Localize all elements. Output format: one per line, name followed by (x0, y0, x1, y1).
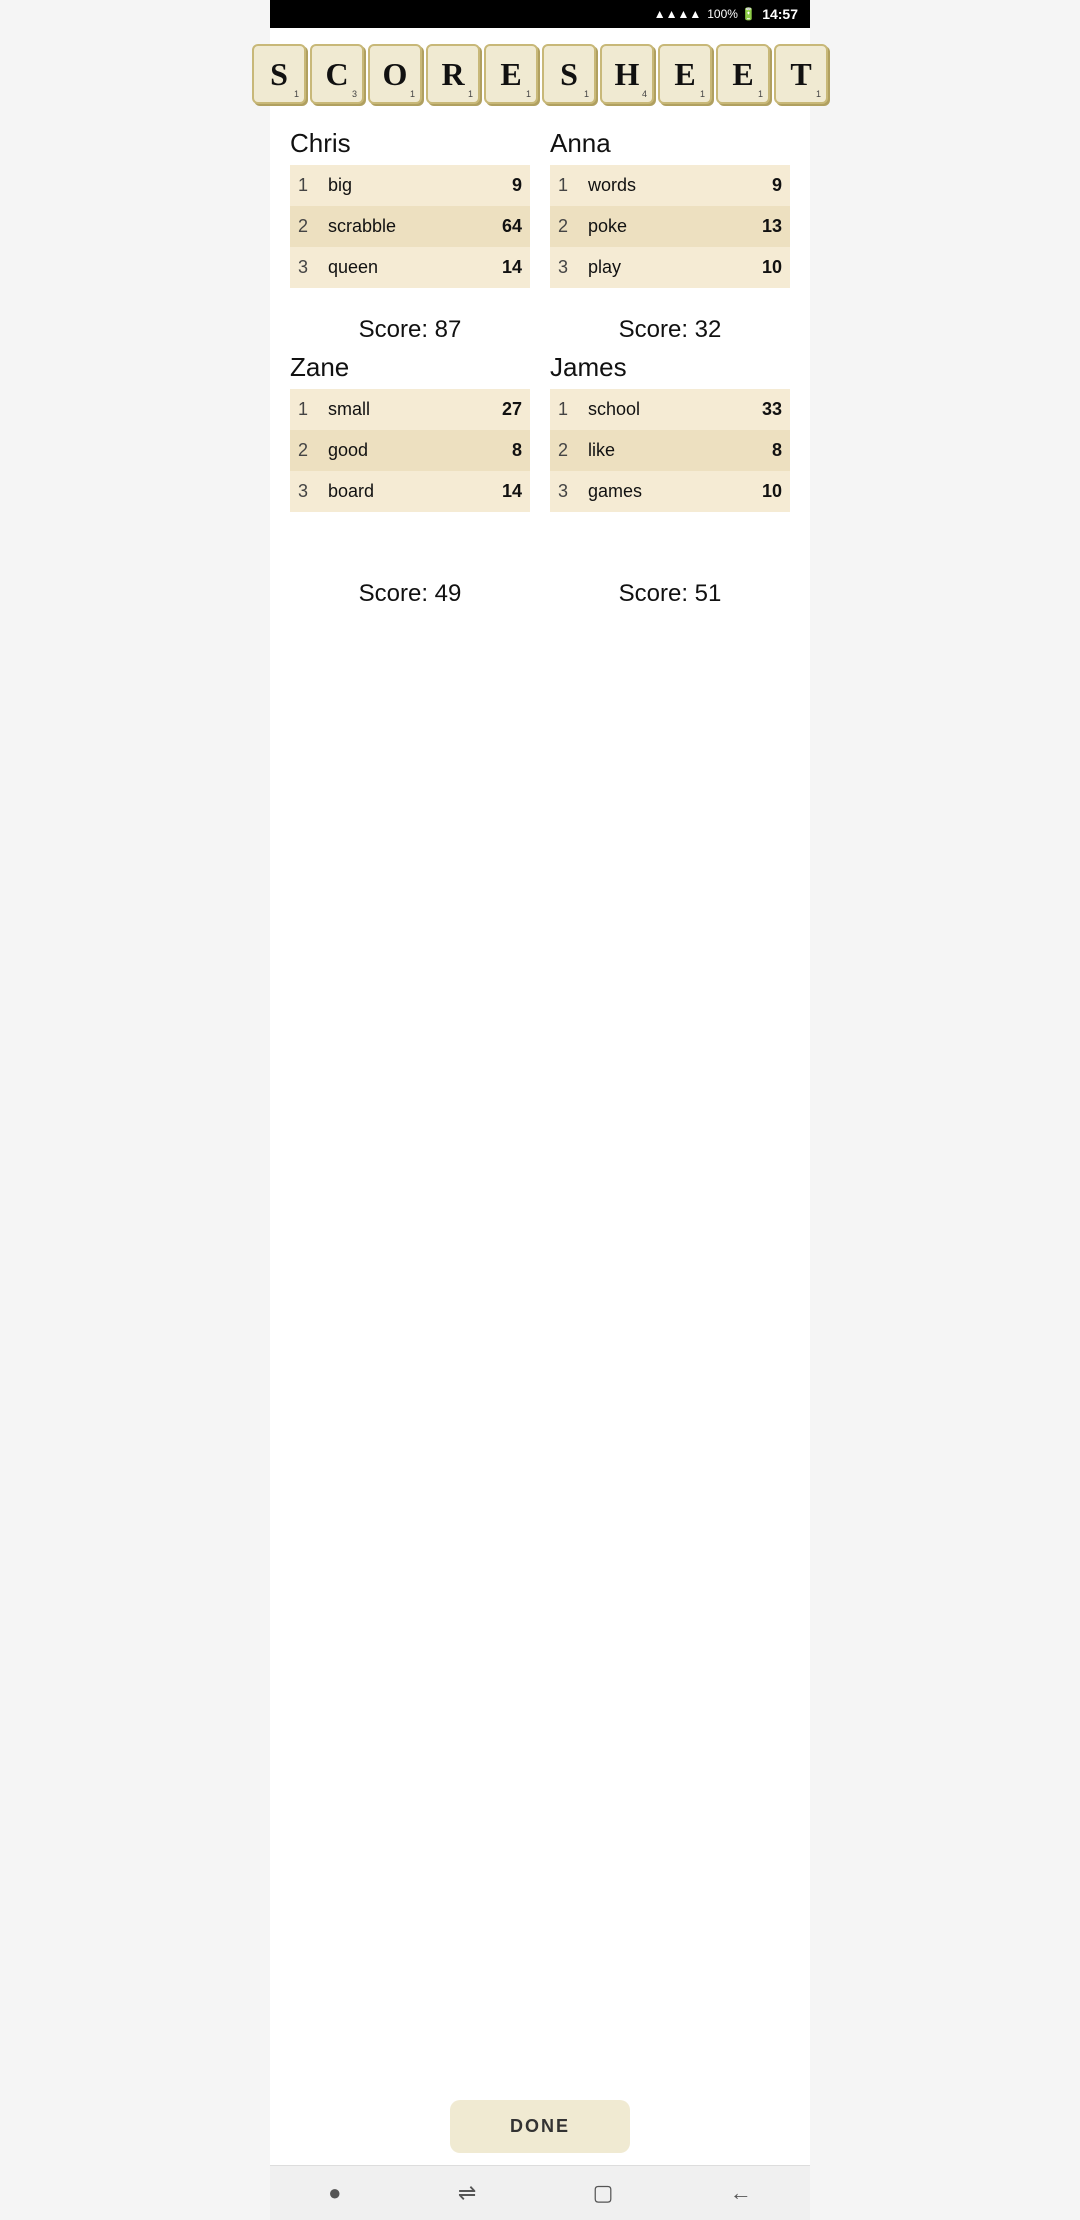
player-chris-table: 1big92scrabble643queen14 (290, 165, 530, 288)
player-zane-name: Zane (290, 352, 530, 383)
row-num: 1 (550, 165, 580, 206)
row-word: poke (580, 206, 714, 247)
row-score: 33 (719, 389, 790, 430)
row-word: board (320, 471, 453, 512)
table-row: 1small27 (290, 389, 530, 430)
table-row: 3games10 (550, 471, 790, 512)
app-title: S1C3O1R1E1S1H4E1E1T1 (252, 44, 828, 104)
status-bar: ▲▲▲▲ 100% 🔋 14:57 (270, 0, 810, 28)
table-row: 1words9 (550, 165, 790, 206)
bottom-bar: DONE (270, 2084, 810, 2165)
player-zane-table: 1small272good83board14 (290, 389, 530, 512)
row-num: 1 (290, 165, 320, 206)
title-tile-s: S1 (542, 44, 596, 104)
title-tile-o: O1 (368, 44, 422, 104)
nav-back-icon[interactable]: ← (730, 2180, 752, 2206)
row-score: 8 (719, 430, 790, 471)
player-anna-name: Anna (550, 128, 790, 159)
title-tile-e: E1 (716, 44, 770, 104)
player-anna-table: 1words92poke133play10 (550, 165, 790, 288)
chris-score: Score: 87 (290, 296, 530, 352)
bottom-scores-row: Score: 49 Score: 51 (290, 560, 790, 616)
title-tile-s: S1 (252, 44, 306, 104)
row-score: 8 (453, 430, 530, 471)
zane-score: Score: 49 (290, 560, 530, 616)
table-row: 1school33 (550, 389, 790, 430)
row-num: 2 (550, 430, 580, 471)
row-num: 2 (290, 430, 320, 471)
player-james-table: 1school332like83games10 (550, 389, 790, 512)
row-word: scrabble (320, 206, 467, 247)
player-chris: Chris 1big92scrabble643queen14 (290, 128, 530, 288)
row-word: like (580, 430, 719, 471)
table-row: 2poke13 (550, 206, 790, 247)
player-anna: Anna 1words92poke133play10 (550, 128, 790, 288)
battery-indicator: 100% 🔋 (707, 7, 756, 21)
nav-lines-icon[interactable]: ⇌ (458, 2180, 476, 2206)
table-row: 2like8 (550, 430, 790, 471)
row-word: play (580, 247, 714, 288)
table-row: 3queen14 (290, 247, 530, 288)
nav-bar: ● ⇌ ▢ ← (270, 2165, 810, 2220)
row-num: 3 (550, 247, 580, 288)
table-row: 2good8 (290, 430, 530, 471)
row-num: 2 (550, 206, 580, 247)
row-num: 3 (290, 471, 320, 512)
row-score: 14 (467, 247, 530, 288)
row-score: 9 (714, 165, 790, 206)
signal-icon: ▲▲▲▲ (654, 7, 702, 21)
nav-dot-icon[interactable]: ● (328, 2180, 341, 2206)
bottom-players-grid: Zane 1small272good83board14 James 1schoo… (290, 352, 790, 520)
top-scores-row: Score: 87 Score: 32 (290, 296, 790, 352)
row-score: 10 (714, 247, 790, 288)
player-chris-name: Chris (290, 128, 530, 159)
table-row: 1big9 (290, 165, 530, 206)
james-score: Score: 51 (550, 560, 790, 616)
title-tile-e: E1 (484, 44, 538, 104)
row-word: big (320, 165, 467, 206)
row-word: small (320, 389, 453, 430)
top-players-grid: Chris 1big92scrabble643queen14 Anna 1wor… (290, 128, 790, 296)
player-james-name: James (550, 352, 790, 383)
table-row: 2scrabble64 (290, 206, 530, 247)
nav-square-icon[interactable]: ▢ (593, 2180, 614, 2206)
row-num: 3 (290, 247, 320, 288)
main-content: Chris 1big92scrabble643queen14 Anna 1wor… (270, 112, 810, 2084)
row-score: 9 (467, 165, 530, 206)
row-score: 10 (719, 471, 790, 512)
done-button[interactable]: DONE (450, 2100, 630, 2153)
title-tile-c: C3 (310, 44, 364, 104)
app-header: S1C3O1R1E1S1H4E1E1T1 (270, 28, 810, 112)
row-score: 27 (453, 389, 530, 430)
row-word: words (580, 165, 714, 206)
title-tile-t: T1 (774, 44, 828, 104)
title-tile-e: E1 (658, 44, 712, 104)
row-word: good (320, 430, 453, 471)
title-tile-h: H4 (600, 44, 654, 104)
table-row: 3board14 (290, 471, 530, 512)
row-num: 1 (550, 389, 580, 430)
row-score: 14 (453, 471, 530, 512)
row-word: games (580, 471, 719, 512)
row-score: 13 (714, 206, 790, 247)
time-display: 14:57 (762, 6, 798, 22)
row-num: 3 (550, 471, 580, 512)
row-num: 2 (290, 206, 320, 247)
title-tile-r: R1 (426, 44, 480, 104)
anna-score: Score: 32 (550, 296, 790, 352)
table-row: 3play10 (550, 247, 790, 288)
player-zane: Zane 1small272good83board14 (290, 352, 530, 512)
player-james: James 1school332like83games10 (550, 352, 790, 512)
row-word: queen (320, 247, 467, 288)
row-num: 1 (290, 389, 320, 430)
row-score: 64 (467, 206, 530, 247)
row-word: school (580, 389, 719, 430)
